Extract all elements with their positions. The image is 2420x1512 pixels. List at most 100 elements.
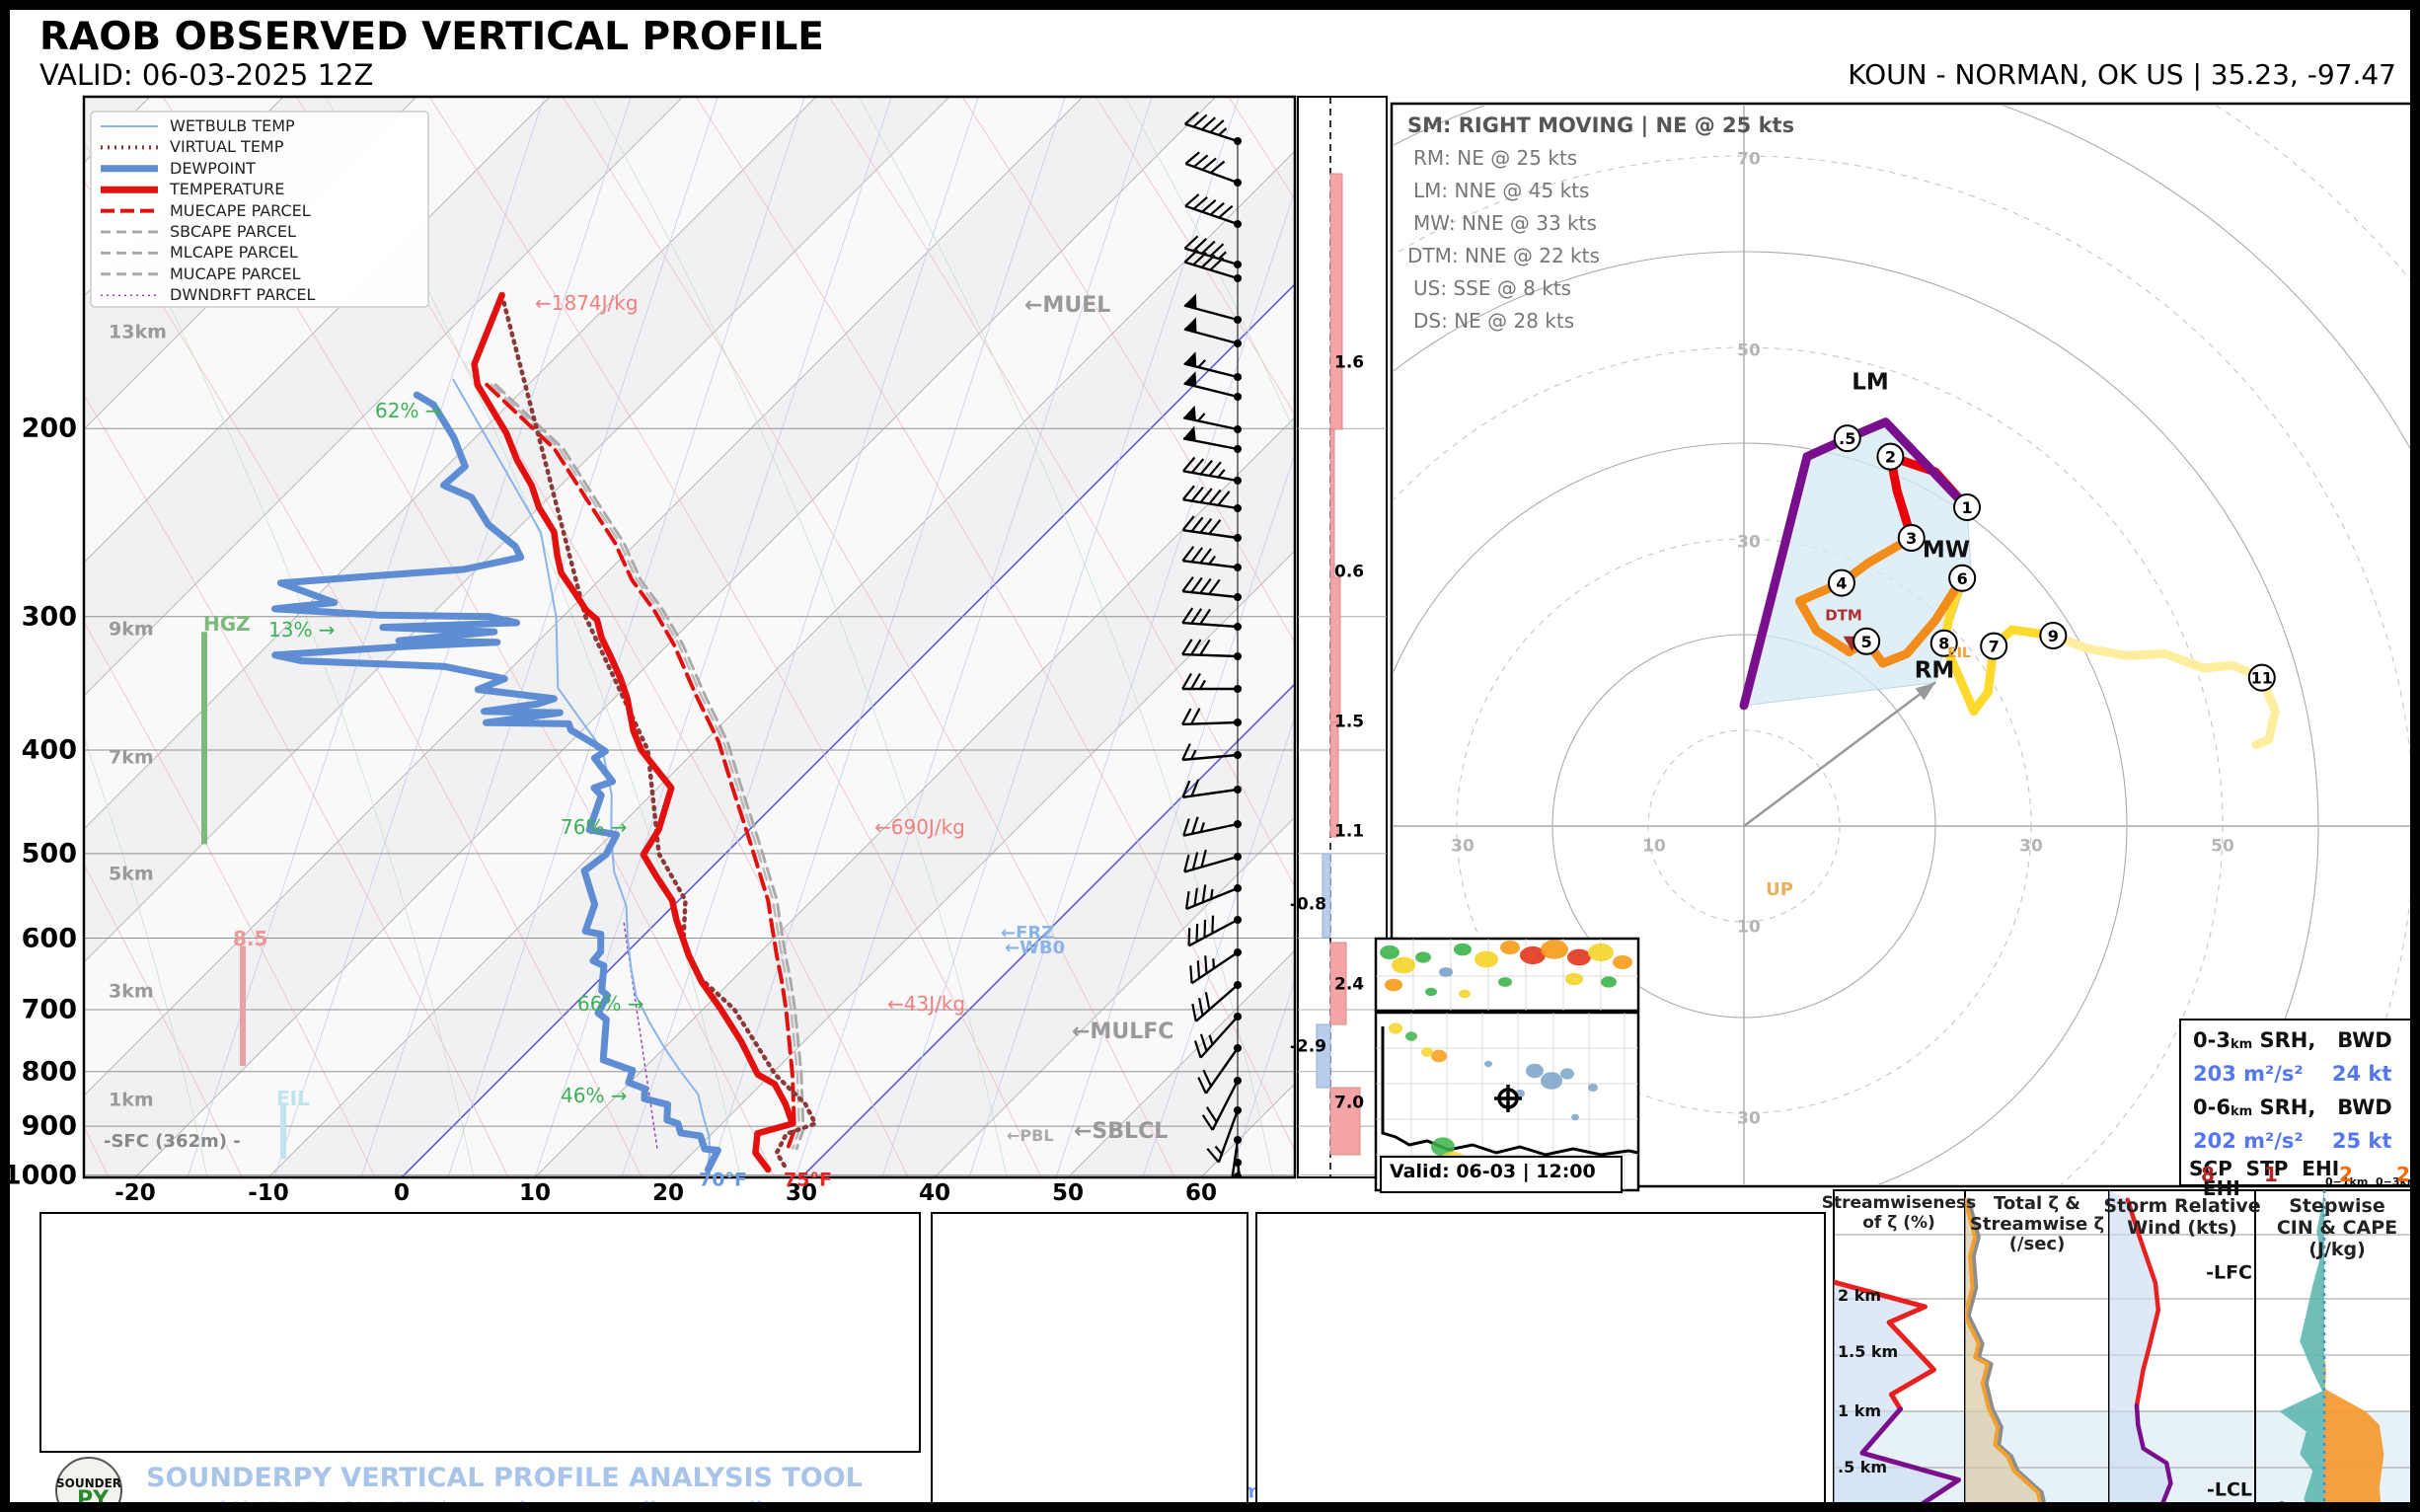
ehi3-value: 2 xyxy=(2396,1165,2410,1184)
hodo-rm-label: RM xyxy=(1915,660,1955,683)
skewt-annotation: 62% → xyxy=(375,401,442,420)
panel4-title: StepwiseCIN & CAPE(J/kg) xyxy=(2277,1196,2397,1261)
skewt-annotation: ←SBLCL xyxy=(1074,1121,1168,1143)
panel2-title: Total ζ &Streamwise ζ(/sec) xyxy=(1970,1194,2104,1255)
storm-motion-ds: DS: NE @ 28 kts xyxy=(1413,311,1574,331)
panel-height-label: 2 km xyxy=(1838,1288,1881,1304)
hodo-ring-label: 10 xyxy=(1737,920,1761,937)
panel4-x: 0 xyxy=(2314,1508,2333,1512)
advection-value: 1.1 xyxy=(1334,824,1364,841)
hodo-ring-label: 30 xyxy=(1737,1111,1761,1128)
skewt-annotation: 8.5 xyxy=(233,929,267,948)
storm-motion-us: US: SSE @ 8 kts xyxy=(1413,278,1571,298)
legend-item-label: MUECAPE PARCEL xyxy=(170,203,311,219)
storm-motion-dtm: DTM: NNE @ 22 kts xyxy=(1407,246,1600,265)
attribution-title: SOUNDERPY VERTICAL PROFILE ANALYSIS TOOL xyxy=(146,1465,863,1491)
advection-value: 1.5 xyxy=(1334,715,1364,731)
logo-text-2: PY xyxy=(77,1489,109,1511)
lfc-label: -LFC xyxy=(2206,1264,2252,1283)
pressure-label: 900 xyxy=(22,1113,77,1140)
pressure-label: 200 xyxy=(22,416,77,442)
pressure-label: 400 xyxy=(22,736,77,763)
skewt-annotation: HGZ xyxy=(203,614,251,634)
km-label: 1km xyxy=(109,1092,154,1110)
advection-value: 0.6 xyxy=(1334,565,1364,581)
radar-valid-label: Valid: 06-03 | 12:00 xyxy=(1380,1156,1623,1193)
svg-text:4: 4 xyxy=(1836,574,1847,593)
km-label: 9km xyxy=(109,621,154,640)
hodo-lm-label: LM xyxy=(1852,372,1889,395)
srh6-values: 202 m²/s² 25 kt xyxy=(2193,1131,2391,1152)
km-label: 13km xyxy=(109,324,167,342)
panel-height-label: 1 km xyxy=(1838,1403,1881,1419)
svg-text:1: 1 xyxy=(1961,498,1972,517)
storm-motion-rm: RM: NE @ 25 kts xyxy=(1413,148,1577,168)
temp-label: 50 xyxy=(1052,1182,1084,1205)
pressure-label: 700 xyxy=(22,997,77,1023)
skewt-annotation: 13% → xyxy=(268,620,336,640)
pressure-label: 300 xyxy=(22,603,77,630)
skewt-annotation: EIL xyxy=(276,1089,310,1108)
lcl-label: -LCL xyxy=(2207,1481,2252,1500)
legend-item-label: DEWPOINT xyxy=(170,161,256,177)
temp-label: 0 xyxy=(394,1182,410,1205)
temp-label: 10 xyxy=(519,1182,551,1205)
page-title: RAOB OBSERVED VERTICAL PROFILE xyxy=(39,18,824,56)
svg-text:6: 6 xyxy=(1957,569,1968,588)
srh3-label: 0-3km SRH, BWD xyxy=(2193,1030,2392,1051)
panel4-x: 1K xyxy=(2341,1504,2369,1512)
hodo-ring-label: 30 xyxy=(2019,839,2043,856)
temp-label: -10 xyxy=(248,1182,289,1205)
temp-label: -20 xyxy=(114,1182,156,1205)
svg-text:9: 9 xyxy=(2048,627,2059,645)
km-label: 7km xyxy=(109,749,154,768)
storm-motion-lm: LM: NNE @ 45 kts xyxy=(1413,181,1589,200)
svg-text:7: 7 xyxy=(1989,638,2000,656)
advection-panel xyxy=(1298,97,1387,1177)
panel1-title: Streamwisenessof ζ (%) xyxy=(1822,1194,1977,1233)
srh3-values: 203 m²/s² 24 kt xyxy=(2193,1064,2391,1085)
advection-value: 1.6 xyxy=(1334,355,1364,372)
legend-item-label: VIRTUAL TEMP xyxy=(170,139,283,155)
temp-label: 60 xyxy=(1185,1182,1217,1205)
skewt-annotation: ←WB0 xyxy=(1005,940,1065,957)
scp-value: 8 xyxy=(2201,1165,2215,1184)
svg-text:11: 11 xyxy=(2251,669,2273,688)
legend-item-label: WETBULB TEMP xyxy=(170,118,295,134)
station-label: KOUN - NORMAN, OK US | 35.23, -97.47 xyxy=(1848,61,2396,89)
svg-text:3: 3 xyxy=(1906,529,1917,548)
ehi1-value: 2 xyxy=(2339,1165,2353,1184)
km-label: 5km xyxy=(109,866,154,884)
hodo-mw-label: MW xyxy=(1923,540,1970,563)
hodo-up-label: UP xyxy=(1766,881,1793,899)
attribution-credit: (C) KYLE J GILLETT | sounderpysoundings.… xyxy=(217,1500,814,1512)
pressure-label: 500 xyxy=(22,840,77,867)
advection-value: 2.4 xyxy=(1334,977,1364,994)
srh6-label: 0-6km SRH, BWD xyxy=(2193,1097,2392,1118)
hodo-eil-label: EIL xyxy=(1947,646,1971,660)
skewt-annotation: -SFC (362m) - xyxy=(104,1133,241,1151)
skewt-annotation: ←PBL xyxy=(1007,1128,1054,1144)
pressure-label: 1000 xyxy=(3,1162,77,1188)
panel3-title: Storm RelativeWind (kts) xyxy=(2103,1196,2260,1240)
hodo-dtm-label: DTM xyxy=(1825,609,1862,624)
skewt-annotation: 70°F xyxy=(699,1172,747,1190)
pressure-label: 600 xyxy=(22,925,77,951)
srh-info-box: 0-3km SRH, BWD 203 m²/s² 24 kt 0-6km SRH, … xyxy=(2179,1019,2420,1186)
legend-item-label: TEMPERATURE xyxy=(170,182,284,197)
storm-motion-sm: SM: RIGHT MOVING | NE @ 25 kts xyxy=(1407,115,1794,136)
skewt-annotation: 75°F xyxy=(784,1172,832,1190)
svg-text:2: 2 xyxy=(1885,448,1896,467)
advection-value: -0.8 xyxy=(1290,897,1326,914)
rh-table xyxy=(931,1212,1248,1512)
legend-item-label: MUCAPE PARCEL xyxy=(170,266,301,282)
hodo-ring-label: 30 xyxy=(1737,535,1761,552)
temp-label: 40 xyxy=(919,1182,950,1205)
pressure-label: 800 xyxy=(22,1058,77,1085)
figure: .521345678911 RAOB OBSERVED VERTICAL PRO… xyxy=(0,0,2420,1512)
panel-height-label: .5 km xyxy=(1838,1460,1887,1475)
advection-value: 7.0 xyxy=(1334,1096,1364,1112)
skewt-annotation: ←43J/kg xyxy=(887,994,965,1014)
shear-table xyxy=(1255,1212,1826,1512)
panel4-x: 2K xyxy=(2372,1504,2399,1512)
